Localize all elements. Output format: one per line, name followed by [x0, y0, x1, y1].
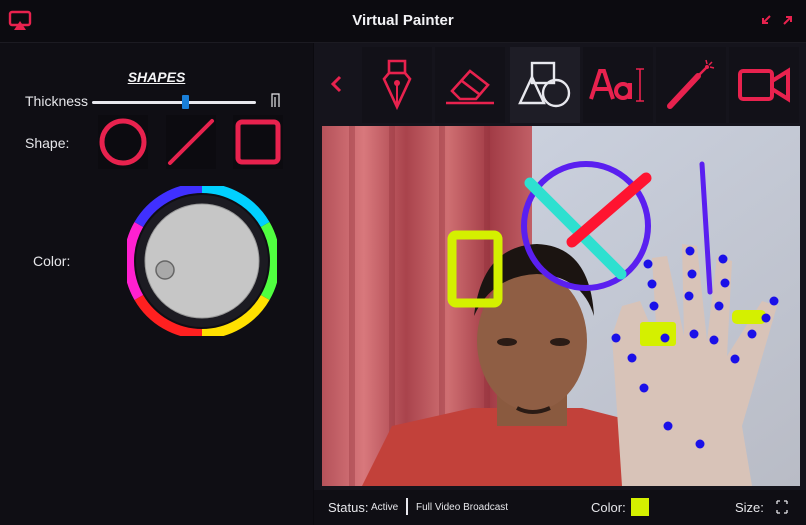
tool-bar — [314, 43, 806, 123]
color-swatch — [631, 498, 649, 516]
line-shape-button[interactable] — [166, 115, 216, 169]
chevron-left-icon[interactable] — [326, 71, 348, 97]
webcam-feed — [322, 126, 800, 486]
slider-thumb[interactable] — [182, 95, 189, 109]
text-icon — [589, 68, 644, 102]
shapes-tool-button[interactable] — [510, 47, 580, 123]
rectangle-shape-button[interactable] — [233, 115, 283, 169]
pen-tool-button[interactable] — [362, 47, 432, 123]
minimize-icon[interactable] — [758, 12, 774, 28]
size-status-label: Size: — [735, 500, 764, 515]
status-bar: Status: Active Full Video Broadcast Colo… — [314, 490, 806, 525]
video-camera-icon — [738, 67, 790, 103]
window-title: Virtual Painter — [352, 12, 454, 29]
color-status-label: Color: — [591, 500, 626, 515]
pen-icon — [382, 59, 412, 111]
title-bar: Virtual Painter — [0, 0, 806, 43]
settings-panel: SHAPES Thickness Shape: Color: — [0, 43, 313, 525]
video-tool-button[interactable] — [729, 47, 799, 123]
expand-icon[interactable] — [780, 12, 796, 28]
status-label: Status: — [328, 500, 369, 515]
slider-track — [92, 101, 256, 104]
color-wheel[interactable] — [127, 186, 277, 336]
size-indicator-icon — [776, 500, 788, 514]
laser-pointer-icon — [667, 59, 715, 109]
eraser-icon — [446, 69, 494, 105]
shapes-icon — [518, 61, 571, 108]
video-canvas[interactable] — [322, 126, 800, 486]
thickness-indicator-icon — [271, 93, 280, 107]
square-icon — [235, 119, 281, 165]
thickness-slider[interactable] — [92, 95, 256, 109]
color-label: Color: — [33, 253, 71, 269]
panel-title: SHAPES — [127, 69, 186, 85]
thickness-label: Thickness — [25, 93, 89, 109]
laser-tool-button[interactable] — [656, 47, 726, 123]
status-value: Active — [371, 502, 399, 513]
main-panel: Status: Active Full Video Broadcast Colo… — [314, 43, 806, 525]
circle-shape-button[interactable] — [98, 115, 148, 169]
shape-label: Shape: — [25, 135, 70, 151]
text-tool-button[interactable] — [583, 47, 653, 123]
circle-icon — [99, 118, 147, 166]
line-icon — [168, 119, 214, 165]
eraser-tool-button[interactable] — [435, 47, 505, 123]
broadcast-mode: Full Video Broadcast — [416, 502, 509, 513]
status-separator — [406, 498, 408, 515]
